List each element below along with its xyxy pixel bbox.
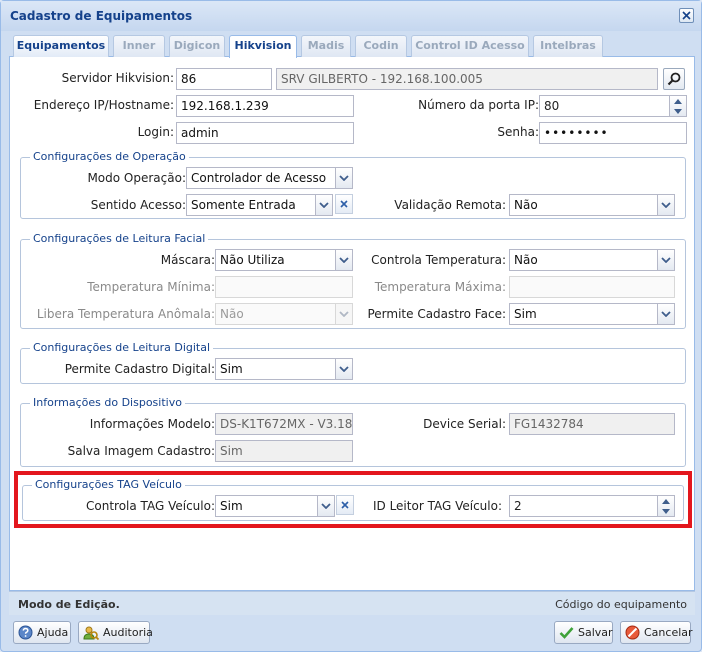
login-field[interactable]: admin (176, 122, 354, 144)
model-label: Informações Modelo: (89, 417, 215, 431)
spin-down-icon[interactable] (658, 506, 674, 516)
mode-label: Modo Operação: (87, 171, 186, 185)
mask-select[interactable]: Não Utiliza (215, 249, 353, 271)
tag-control-label: Controla TAG Veículo: (86, 499, 215, 513)
tab-codin[interactable]: Codin (355, 35, 407, 57)
help-button[interactable]: Ajuda (13, 621, 71, 644)
port-value: 80 (544, 99, 560, 113)
digital-register-select[interactable]: Sim (215, 358, 353, 380)
clear-icon[interactable] (335, 194, 353, 214)
chevron-down-icon (335, 304, 352, 324)
temp-min-label: Temperatura Mínima: (87, 280, 215, 294)
hikvision-panel: Servidor Hikvision: 86 SRV GILBERTO - 19… (9, 57, 695, 591)
equipment-dialog: Cadastro de Equipamentos Equipamentos In… (0, 0, 702, 652)
spin-down-icon[interactable] (670, 106, 686, 116)
password-field[interactable]: •••••••• (539, 122, 687, 144)
tag-reader-label: ID Leitor TAG Veículo: (372, 499, 502, 513)
save-image-label: Salva Imagem Cadastro: (67, 444, 215, 458)
dialog-title: Cadastro de Equipamentos (10, 9, 193, 23)
remote-validation-label: Validação Remota: (394, 198, 506, 212)
save-image-field: Sim (215, 440, 353, 462)
chevron-down-icon[interactable] (335, 168, 352, 188)
direction-select[interactable]: Somente Entrada (186, 194, 333, 216)
server-name-field: SRV GILBERTO - 192.168.100.005 (276, 68, 658, 90)
help-icon (18, 625, 33, 641)
audit-icon (83, 625, 99, 641)
face-register-label: Permite Cadastro Face: (367, 307, 506, 321)
chevron-down-icon[interactable] (657, 304, 674, 324)
search-icon[interactable] (663, 68, 685, 90)
tab-hikvision[interactable]: Hikvision (229, 35, 297, 58)
remote-validation-select[interactable]: Não (509, 194, 675, 216)
chevron-down-icon[interactable] (335, 359, 352, 379)
tag-reader-spinner[interactable]: 2 (509, 495, 675, 517)
tag-control-select[interactable]: Sim (215, 495, 335, 517)
temp-control-label: Controla Temperatura: (371, 253, 506, 267)
model-field: DS-K1T672MX - V3.18.0 (215, 413, 353, 435)
chevron-down-icon[interactable] (657, 195, 674, 215)
temp-min-field (215, 276, 353, 298)
login-label: Login: (137, 125, 174, 139)
mode-select[interactable]: Controlador de Acesso (186, 167, 353, 189)
clear-icon[interactable] (336, 495, 354, 515)
chevron-down-icon[interactable] (657, 250, 674, 270)
device-legend: Informações do Dispositivo (30, 396, 185, 410)
audit-button[interactable]: Auditoria (78, 621, 153, 644)
status-bar: Modo de Edição. Código do equipamento (9, 591, 695, 615)
close-icon[interactable] (679, 8, 694, 23)
tab-madis[interactable]: Madis (301, 35, 351, 57)
port-spinner[interactable]: 80 (539, 95, 687, 117)
serial-label: Device Serial: (423, 417, 506, 431)
tag-reader-value: 2 (514, 499, 522, 513)
digital-legend: Configurações de Leitura Digital (30, 341, 214, 355)
ip-label: Endereço IP/Hostname: (33, 98, 174, 112)
tab-intelbras[interactable]: Intelbras (533, 35, 603, 57)
anomalous-temp-label: Libera Temperatura Anômala: (36, 307, 215, 321)
spin-up-icon[interactable] (658, 496, 674, 506)
spin-up-icon[interactable] (670, 96, 686, 106)
chevron-down-icon[interactable] (315, 195, 332, 215)
tab-control-id-acesso[interactable]: Control ID Acesso (411, 35, 529, 57)
password-label: Senha: (497, 125, 539, 139)
operation-legend: Configurações de Operação (30, 150, 189, 164)
anomalous-temp-select: Não (215, 303, 353, 325)
cancel-button[interactable]: Cancelar (620, 621, 693, 644)
tag-legend: Configurações TAG Veículo (32, 478, 185, 492)
temp-control-select[interactable]: Não (509, 249, 675, 271)
facial-legend: Configurações de Leitura Facial (30, 232, 209, 246)
cancel-icon (625, 625, 640, 641)
temp-max-field (509, 276, 675, 298)
serial-field: FG1432784 (509, 413, 675, 435)
server-label: Servidor Hikvision: (61, 71, 174, 85)
chevron-down-icon[interactable] (317, 496, 334, 516)
server-id-field[interactable]: 86 (176, 68, 272, 90)
tab-equipamentos[interactable]: Equipamentos (13, 35, 109, 57)
tab-strip: Equipamentos Inner Digicon Hikvision Mad… (9, 31, 695, 58)
tab-digicon[interactable]: Digicon (169, 35, 225, 57)
face-register-select[interactable]: Sim (509, 303, 675, 325)
status-mode: Modo de Edição. (18, 598, 120, 611)
direction-label: Sentido Acesso: (90, 198, 186, 212)
port-label: Número da porta IP: (418, 98, 539, 112)
mask-label: Máscara: (160, 253, 215, 267)
save-button[interactable]: Salvar (554, 621, 613, 644)
tab-inner[interactable]: Inner (113, 35, 165, 57)
check-icon (559, 625, 574, 641)
temp-max-label: Temperatura Máxima: (374, 280, 506, 294)
status-hint: Código do equipamento (555, 598, 687, 611)
dialog-titlebar[interactable]: Cadastro de Equipamentos (1, 1, 701, 31)
digital-register-label: Permite Cadastro Digital: (64, 362, 215, 376)
ip-hostname-field[interactable]: 192.168.1.239 (176, 95, 354, 117)
chevron-down-icon[interactable] (335, 250, 352, 270)
